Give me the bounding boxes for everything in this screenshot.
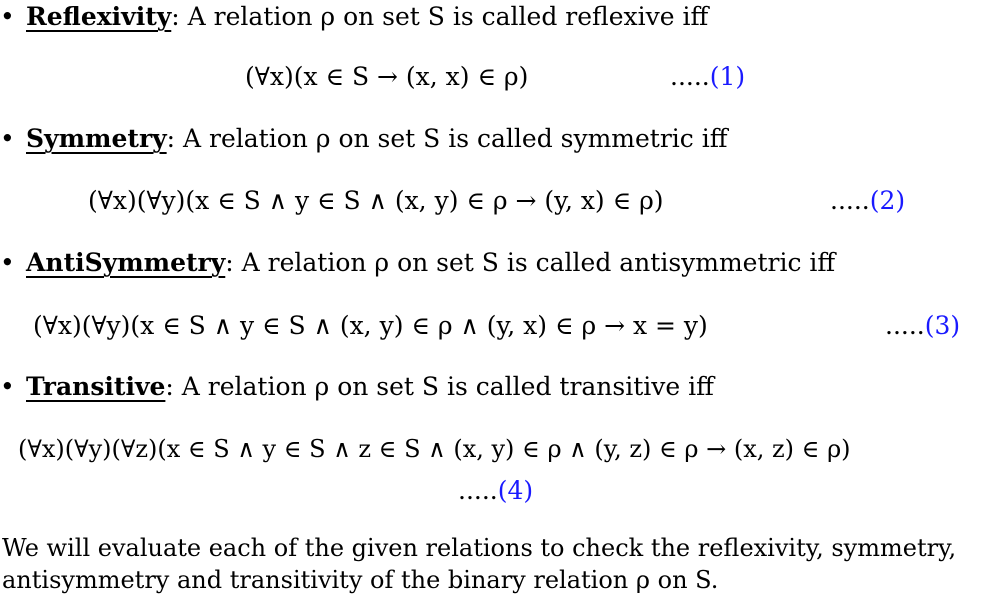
bullet-icon: • — [0, 372, 15, 401]
equation-number-2: .....(2) — [830, 186, 906, 215]
bullet-icon: • — [0, 124, 15, 153]
equation-ref-link[interactable]: (1) — [710, 62, 745, 91]
equation-ref-link[interactable]: (2) — [870, 186, 905, 215]
equation-number-3: .....(3) — [885, 311, 961, 340]
bullet-icon: • — [0, 248, 15, 277]
equation-ref-link[interactable]: (3) — [925, 311, 960, 340]
equation-ref-link[interactable]: (4) — [498, 476, 533, 505]
conclusion-line-2: antisymmetry and transitivity of the bin… — [2, 566, 719, 594]
formula-antisymmetry: (∀x)(∀y)(x ∈ S ∧ y ∈ S ∧ (x, y) ∈ ρ ∧ (y… — [33, 311, 708, 341]
term-reflexivity: Reflexivity — [26, 2, 172, 31]
definition-text: : A relation ρ on set S is called antisy… — [225, 248, 836, 277]
definition-text: : A relation ρ on set S is called reflex… — [171, 2, 709, 31]
definition-text: : A relation ρ on set S is called transi… — [165, 372, 714, 401]
term-symmetry: Symmetry — [26, 124, 167, 153]
definition-antisymmetry: • AntiSymmetry: A relation ρ on set S is … — [0, 248, 835, 278]
formula: (∀x)(∀y)(x ∈ S ∧ y ∈ S ∧ (x, y) ∈ ρ → (y… — [88, 186, 664, 215]
equation-number-1: .....(1) — [670, 62, 746, 91]
definition-transitive: • Transitive: A relation ρ on set S is ca… — [0, 372, 714, 402]
formula: (∀x)(∀y)(∀z)(x ∈ S ∧ y ∈ S ∧ z ∈ S ∧ (x,… — [18, 435, 851, 463]
conclusion-line-1: We will evaluate each of the given relat… — [2, 534, 957, 562]
formula-transitive: (∀x)(∀y)(∀z)(x ∈ S ∧ y ∈ S ∧ z ∈ S ∧ (x,… — [18, 434, 851, 464]
definition-symmetry: • Symmetry: A relation ρ on set S is call… — [0, 124, 728, 154]
formula-reflexivity: (∀x)(x ∈ S → (x, x) ∈ ρ) — [245, 62, 528, 92]
equation-number-4: .....(4) — [458, 476, 534, 505]
formula: (∀x)(x ∈ S → (x, x) ∈ ρ) — [245, 62, 529, 91]
conclusion-paragraph: We will evaluate each of the given relat… — [2, 532, 1000, 596]
term-antisymmetry: AntiSymmetry — [26, 248, 226, 277]
term-transitive: Transitive — [26, 372, 166, 401]
definition-reflexivity: • Reflexivity: A relation ρ on set S is c… — [0, 2, 708, 32]
formula-symmetry: (∀x)(∀y)(x ∈ S ∧ y ∈ S ∧ (x, y) ∈ ρ → (y… — [88, 186, 664, 216]
definition-text: : A relation ρ on set S is called symmet… — [166, 124, 728, 153]
formula: (∀x)(∀y)(x ∈ S ∧ y ∈ S ∧ (x, y) ∈ ρ ∧ (y… — [33, 311, 708, 340]
bullet-icon: • — [0, 2, 15, 31]
